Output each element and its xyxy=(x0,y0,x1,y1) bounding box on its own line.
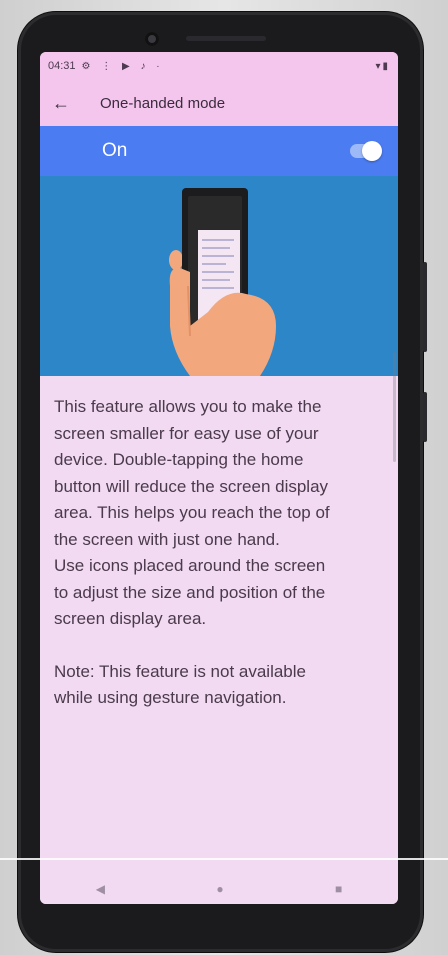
phone-screen: 04:31 ⚙ ⋮ ▶ ♪ · ▾▮ ← One-handed mode On xyxy=(40,52,398,904)
power-button xyxy=(423,392,427,442)
nav-back-icon[interactable]: ◀ xyxy=(96,882,105,896)
front-camera xyxy=(145,32,159,46)
status-time: 04:31 xyxy=(48,60,76,72)
master-switch-label: On xyxy=(102,140,128,161)
description-section: This feature allows you to make the scre… xyxy=(54,394,388,712)
master-switch-toggle[interactable] xyxy=(350,141,382,161)
scrollbar[interactable] xyxy=(393,352,396,462)
gesture-navigation-note: Note: This feature is not available whil… xyxy=(54,661,306,708)
phone-body: 04:31 ⚙ ⋮ ▶ ♪ · ▾▮ ← One-handed mode On xyxy=(18,12,427,952)
switch-knob xyxy=(362,141,382,161)
arrow-back-icon[interactable]: ← xyxy=(40,93,82,114)
status-system-icons: ▾▮ xyxy=(375,60,390,72)
status-notification-icons: ⚙ ⋮ ▶ ♪ · xyxy=(81,60,164,72)
app-bar: ← One-handed mode xyxy=(40,80,398,126)
nav-home-icon[interactable]: ● xyxy=(216,882,223,896)
illustration-svg xyxy=(169,188,276,376)
feature-description: This feature allows you to make the scre… xyxy=(54,397,330,628)
photo-background: 04:31 ⚙ ⋮ ▶ ♪ · ▾▮ ← One-handed mode On xyxy=(0,0,448,955)
hand-finger-left xyxy=(169,250,183,270)
master-switch-row[interactable]: On xyxy=(40,126,398,176)
screen-glare xyxy=(0,858,448,860)
nav-recents-icon[interactable]: ■ xyxy=(335,882,342,896)
navigation-bar: ◀ ● ■ xyxy=(40,874,398,904)
phone-in-hand-illustration xyxy=(40,176,398,376)
volume-button xyxy=(423,262,427,352)
status-bar: 04:31 ⚙ ⋮ ▶ ♪ · ▾▮ xyxy=(40,52,398,80)
page-title: One-handed mode xyxy=(100,94,226,112)
earpiece-speaker xyxy=(186,36,266,41)
